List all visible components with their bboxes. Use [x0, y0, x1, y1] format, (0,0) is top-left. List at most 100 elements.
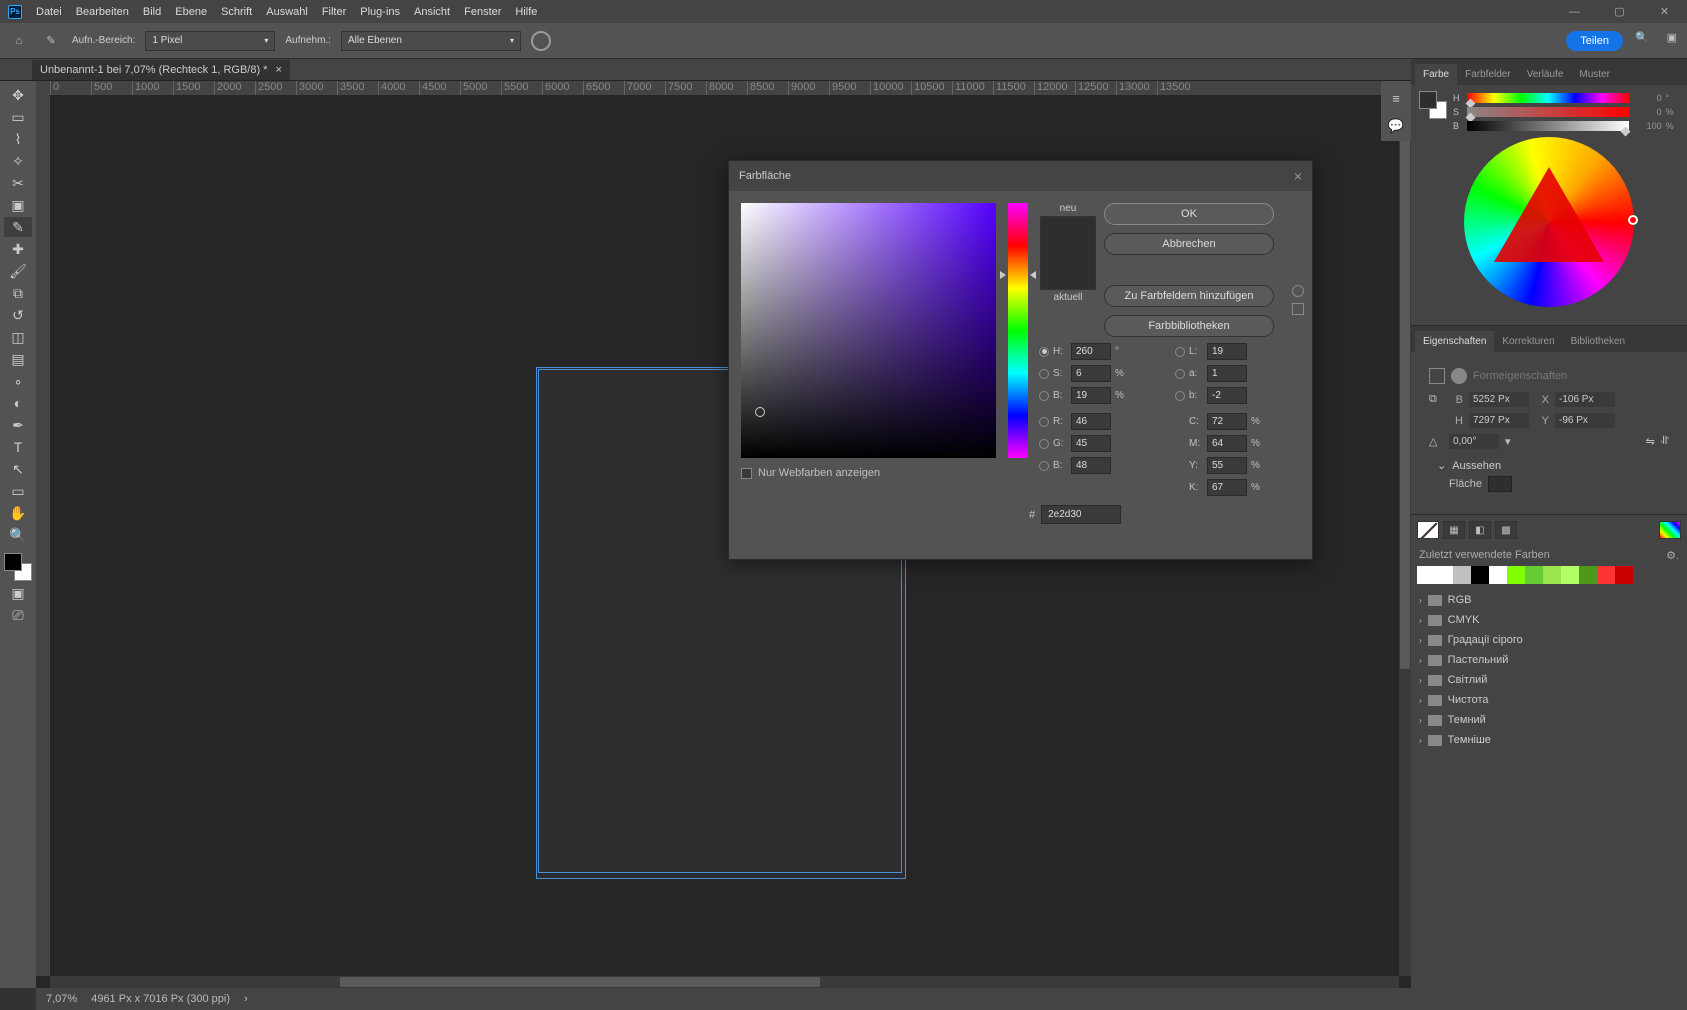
- m-field[interactable]: [1207, 435, 1247, 452]
- bright-field[interactable]: [1071, 387, 1111, 404]
- vertical-scrollbar[interactable]: [1399, 95, 1411, 976]
- bright-value[interactable]: 100: [1633, 121, 1662, 131]
- ok-button[interactable]: OK: [1104, 203, 1274, 225]
- pen-tool[interactable]: ✒: [4, 415, 32, 435]
- hue-radio[interactable]: [1039, 347, 1049, 357]
- maximize-icon[interactable]: ▢: [1597, 0, 1642, 23]
- tab-adjustments[interactable]: Korrekturen: [1494, 331, 1562, 352]
- sample-size-dropdown[interactable]: 1 Pixel: [145, 31, 275, 51]
- home-icon[interactable]: ⌂: [8, 30, 30, 52]
- cube-icon[interactable]: [1292, 303, 1304, 315]
- screen-mode-icon[interactable]: ⎚: [4, 605, 32, 625]
- y-field[interactable]: [1555, 413, 1615, 428]
- recent-swatch[interactable]: [1471, 566, 1489, 584]
- no-fill-icon[interactable]: [1417, 521, 1439, 539]
- sat-field[interactable]: [1071, 365, 1111, 382]
- recent-swatch[interactable]: [1453, 566, 1471, 584]
- workspace-icon[interactable]: ▣: [1667, 31, 1677, 44]
- document-tab[interactable]: Unbenannt-1 bei 7,07% (Rechteck 1, RGB/8…: [32, 60, 290, 80]
- swatch-folder[interactable]: ›Світлий: [1417, 670, 1681, 690]
- marquee-tool[interactable]: ▭: [4, 107, 32, 127]
- menu-item[interactable]: Ebene: [175, 6, 207, 18]
- g-field[interactable]: [1071, 435, 1111, 452]
- webcolors-checkbox[interactable]: [741, 468, 752, 479]
- sat-radio[interactable]: [1039, 369, 1049, 379]
- wand-tool[interactable]: ✧: [4, 151, 32, 171]
- menu-item[interactable]: Filter: [322, 6, 346, 18]
- scroll-thumb[interactable]: [340, 977, 820, 987]
- sv-cursor[interactable]: [755, 407, 765, 417]
- horizontal-scrollbar[interactable]: [50, 976, 1399, 988]
- pattern-fill-icon[interactable]: ▩: [1495, 521, 1517, 539]
- menu-item[interactable]: Bearbeiten: [76, 6, 129, 18]
- add-swatch-button[interactable]: Zu Farbfeldern hinzufügen: [1104, 285, 1274, 307]
- search-icon[interactable]: 🔍: [1635, 31, 1649, 44]
- tab-patterns[interactable]: Muster: [1571, 64, 1618, 85]
- hue-indicator[interactable]: [1628, 215, 1638, 225]
- menu-item[interactable]: Schrift: [221, 6, 252, 18]
- cancel-button[interactable]: Abbrechen: [1104, 233, 1274, 255]
- color-libraries-button[interactable]: Farbbibliotheken: [1104, 315, 1274, 337]
- saturation-value-field[interactable]: [741, 203, 996, 458]
- tab-libraries[interactable]: Bibliotheken: [1563, 331, 1633, 352]
- y-field[interactable]: [1207, 457, 1247, 474]
- zoom-level[interactable]: 7,07%: [46, 993, 77, 1005]
- close-tab-icon[interactable]: ×: [275, 64, 281, 76]
- menu-item[interactable]: Plug-ins: [360, 6, 400, 18]
- recent-swatch[interactable]: [1489, 566, 1507, 584]
- color-wheel[interactable]: [1464, 137, 1634, 307]
- tab-swatches[interactable]: Farbfelder: [1457, 64, 1519, 85]
- k-field[interactable]: [1207, 479, 1247, 496]
- hue-slider[interactable]: [1467, 93, 1629, 103]
- bright-slider[interactable]: [1467, 121, 1629, 131]
- recent-swatch[interactable]: [1543, 566, 1561, 584]
- r-radio[interactable]: [1039, 417, 1049, 427]
- flip-v-icon[interactable]: ⥯: [1661, 435, 1669, 448]
- share-button[interactable]: Teilen: [1566, 31, 1623, 51]
- x-field[interactable]: [1555, 392, 1615, 407]
- crop-tool[interactable]: ✂: [4, 173, 32, 193]
- blur-tool[interactable]: ∘: [4, 371, 32, 391]
- hex-field[interactable]: [1041, 505, 1121, 524]
- color-triangle[interactable]: [1494, 167, 1604, 262]
- lab-b-radio[interactable]: [1175, 391, 1185, 401]
- tab-gradients[interactable]: Verläufe: [1519, 64, 1572, 85]
- fill-swatch[interactable]: [1488, 476, 1512, 492]
- recent-swatch[interactable]: [1507, 566, 1525, 584]
- type-tool[interactable]: T: [4, 437, 32, 457]
- b-radio[interactable]: [1039, 461, 1049, 471]
- panel-icon[interactable]: 💬: [1386, 117, 1406, 135]
- stamp-tool[interactable]: ⧉: [4, 283, 32, 303]
- appearance-section[interactable]: ⌄ Aussehen: [1429, 455, 1669, 476]
- fg-swatch[interactable]: [4, 553, 22, 571]
- swatch-folder[interactable]: ›CMYK: [1417, 610, 1681, 630]
- close-icon[interactable]: ×: [1294, 168, 1302, 184]
- hue-value[interactable]: 0: [1633, 93, 1662, 103]
- warning-icon[interactable]: [1292, 285, 1304, 297]
- vertical-ruler[interactable]: [36, 95, 50, 976]
- info-chevron-icon[interactable]: ›: [244, 993, 248, 1005]
- close-icon[interactable]: ✕: [1642, 0, 1687, 23]
- zoom-tool[interactable]: 🔍: [4, 525, 32, 545]
- sat-slider[interactable]: [1467, 107, 1629, 117]
- hue-strip[interactable]: [1008, 203, 1028, 458]
- show-ring-icon[interactable]: [531, 31, 551, 51]
- heal-tool[interactable]: ✚: [4, 239, 32, 259]
- r-field[interactable]: [1071, 413, 1111, 430]
- g-radio[interactable]: [1039, 439, 1049, 449]
- angle-dropdown-icon[interactable]: ▾: [1505, 435, 1511, 448]
- gradient-fill-icon[interactable]: ◧: [1469, 521, 1491, 539]
- swatch-folder[interactable]: ›Темний: [1417, 710, 1681, 730]
- ruler-origin[interactable]: [36, 81, 50, 95]
- swatch-folder[interactable]: ›Чистота: [1417, 690, 1681, 710]
- width-field[interactable]: [1469, 392, 1529, 407]
- doc-info[interactable]: 4961 Px x 7016 Px (300 ppi): [91, 993, 230, 1005]
- a-field[interactable]: [1207, 365, 1247, 382]
- menu-item[interactable]: Ansicht: [414, 6, 450, 18]
- gear-icon[interactable]: ⚙.: [1666, 549, 1679, 562]
- tab-properties[interactable]: Eigenschaften: [1415, 331, 1494, 352]
- eyedropper-icon[interactable]: ✎: [40, 30, 62, 52]
- l-field[interactable]: [1207, 343, 1247, 360]
- solid-fill-icon[interactable]: ▦: [1443, 521, 1465, 539]
- frame-tool[interactable]: ▣: [4, 195, 32, 215]
